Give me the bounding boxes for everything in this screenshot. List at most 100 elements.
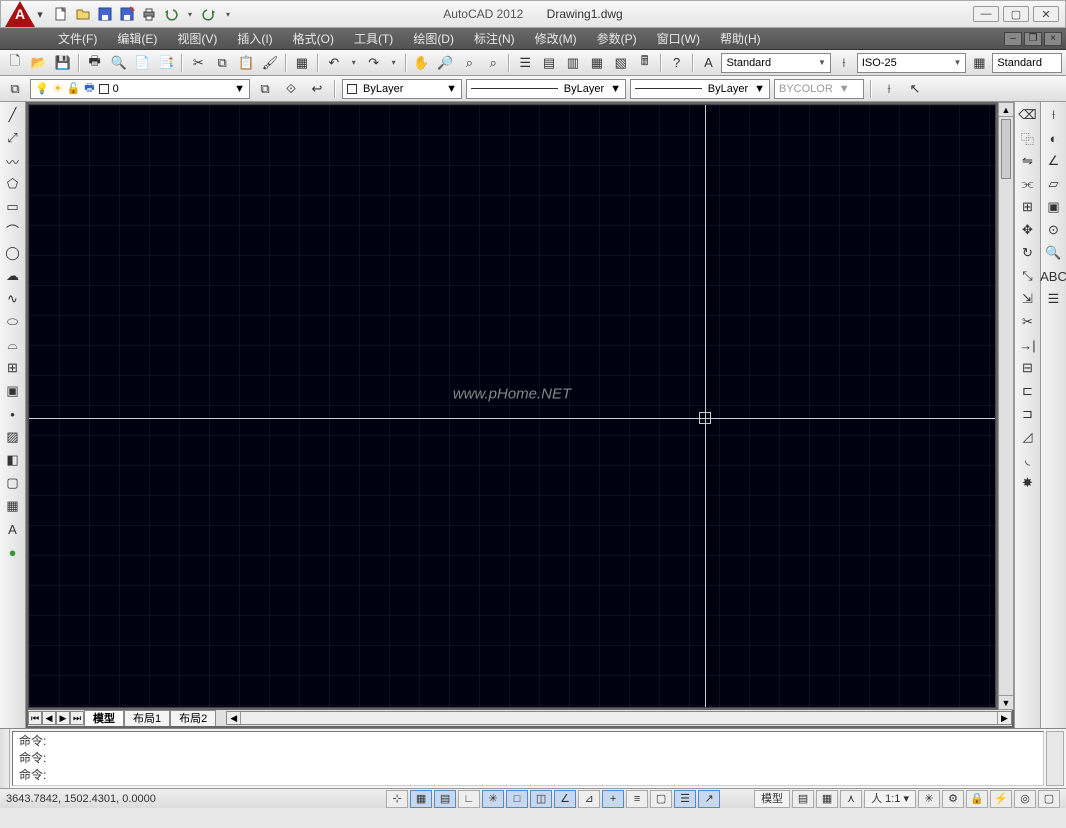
vertical-scrollbar[interactable]: ▲ ▼ xyxy=(998,102,1014,710)
chamfer-icon[interactable]: ◿ xyxy=(1017,426,1039,448)
spline-icon[interactable]: ∿ xyxy=(2,288,24,310)
scroll-down-icon[interactable]: ▼ xyxy=(999,695,1013,709)
array-icon[interactable]: ⊞ xyxy=(1017,196,1039,218)
find-icon[interactable]: 🔍 xyxy=(1043,242,1065,264)
layer-prev-icon[interactable]: ↩ xyxy=(306,78,328,100)
mdi-close-button[interactable]: × xyxy=(1044,32,1062,46)
undo-list-icon[interactable]: ▾ xyxy=(347,58,361,67)
sb-snap-icon[interactable]: ▦ xyxy=(410,790,432,808)
minimize-button[interactable]: — xyxy=(973,6,999,22)
menu-draw[interactable]: 绘图(D) xyxy=(403,28,464,50)
qat-saveas-icon[interactable] xyxy=(117,4,137,24)
menu-insert[interactable]: 插入(I) xyxy=(227,28,282,50)
tb-zoomwin-icon[interactable]: ⌕ xyxy=(458,52,480,74)
sb-cleanscreen-icon[interactable]: ▢ xyxy=(1038,790,1060,808)
qat-save-icon[interactable] xyxy=(95,4,115,24)
offset-icon[interactable]: ⫘ xyxy=(1017,173,1039,195)
tb-quickcalc-icon[interactable]: 🖩 xyxy=(634,52,656,74)
explode-icon[interactable]: ✸ xyxy=(1017,472,1039,494)
tab-prev-icon[interactable]: ◀ xyxy=(42,711,56,725)
ellipsearc-icon[interactable]: ⌓ xyxy=(2,334,24,356)
tb-help-icon[interactable]: ? xyxy=(666,52,688,74)
spell-icon[interactable]: ABC xyxy=(1043,265,1065,287)
rotate-icon[interactable]: ↻ xyxy=(1017,242,1039,264)
redo-list-icon[interactable]: ▾ xyxy=(387,58,401,67)
drawing-canvas[interactable]: www.pHome.NET xyxy=(28,104,996,708)
insert-icon[interactable]: ⊞ xyxy=(2,357,24,379)
tb-cut-icon[interactable]: ✂ xyxy=(187,52,209,74)
mtext-icon[interactable]: A xyxy=(2,518,24,540)
close-button[interactable]: ✕ xyxy=(1033,6,1059,22)
tb-matchprop-icon[interactable]: 🖌 xyxy=(259,52,281,74)
makeblock-icon[interactable]: ▣ xyxy=(2,380,24,402)
region-icon[interactable]: ▢ xyxy=(2,472,24,494)
stretch-icon[interactable]: ⇲ xyxy=(1017,288,1039,310)
menu-view[interactable]: 视图(V) xyxy=(167,28,227,50)
menu-parametric[interactable]: 参数(P) xyxy=(587,28,647,50)
tb-plot-icon[interactable]: 🖶 xyxy=(84,52,106,74)
qat-undo-icon[interactable] xyxy=(161,4,181,24)
angle-icon[interactable]: ∠ xyxy=(1043,150,1065,172)
tb-zoomrt-icon[interactable]: 🔎 xyxy=(434,52,456,74)
tb-dimstyle-icon[interactable]: ⟊ xyxy=(833,52,855,74)
sb-sc-icon[interactable]: ↗ xyxy=(698,790,720,808)
dim-style-combo[interactable]: ISO-25 ▼ xyxy=(857,53,967,73)
scroll-up-icon[interactable]: ▲ xyxy=(999,103,1013,117)
scroll-right-icon[interactable]: ▶ xyxy=(997,712,1011,724)
sb-annoscale-icon[interactable]: ⋏ xyxy=(840,790,862,808)
scale-icon[interactable]: ⤡ xyxy=(1017,265,1039,287)
coords-readout[interactable]: 3643.7842, 1502.4301, 0.0000 xyxy=(6,793,206,805)
tab-first-icon[interactable]: ⏮ xyxy=(28,711,42,725)
radius-icon[interactable]: ◐ xyxy=(1043,127,1065,149)
tab-layout1[interactable]: 布局1 xyxy=(124,710,170,726)
sb-quickview-layouts-icon[interactable]: ▤ xyxy=(792,790,814,808)
sb-ortho-icon[interactable]: ∟ xyxy=(458,790,480,808)
sb-osnap-icon[interactable]: □ xyxy=(506,790,528,808)
gradient-icon[interactable]: ◧ xyxy=(2,449,24,471)
erase-icon[interactable]: ⌫ xyxy=(1017,104,1039,126)
tb-redo-icon[interactable]: ↷ xyxy=(363,52,385,74)
break-icon[interactable]: ⊏ xyxy=(1017,380,1039,402)
tab-next-icon[interactable]: ▶ xyxy=(56,711,70,725)
measure-icon[interactable]: ⟊ xyxy=(878,78,900,100)
menu-edit[interactable]: 编辑(E) xyxy=(107,28,167,50)
qat-new-icon[interactable] xyxy=(51,4,71,24)
tb-zoomprev-icon[interactable]: ⌕ xyxy=(482,52,504,74)
tb-tablestyle-icon[interactable]: ▦ xyxy=(968,52,990,74)
app-menu-dropdown[interactable]: ▾ xyxy=(35,1,45,27)
qat-print-icon[interactable] xyxy=(139,4,159,24)
sb-hardware-accel-icon[interactable]: ⚡ xyxy=(990,790,1012,808)
sb-otrack-icon[interactable]: ∠ xyxy=(554,790,576,808)
undo-dropdown-icon[interactable]: ▾ xyxy=(183,4,197,24)
tb-toolpalettes-icon[interactable]: ▥ xyxy=(562,52,584,74)
tb-designcenter-icon[interactable]: ▤ xyxy=(538,52,560,74)
mdi-minimize-button[interactable]: – xyxy=(1004,32,1022,46)
sb-toolbar-lock-icon[interactable]: 🔒 xyxy=(966,790,988,808)
extend-icon[interactable]: →| xyxy=(1017,334,1039,356)
sb-annovis-icon[interactable]: ✳ xyxy=(918,790,940,808)
sb-scale-display[interactable]: 人 1:1 ▾ xyxy=(864,790,916,808)
sb-infer-icon[interactable]: ⊹ xyxy=(386,790,408,808)
menu-file[interactable]: 文件(F) xyxy=(48,28,107,50)
sb-qp-icon[interactable]: ☰ xyxy=(674,790,696,808)
breakpoint-icon[interactable]: ⊟ xyxy=(1017,357,1039,379)
join-icon[interactable]: ⊐ xyxy=(1017,403,1039,425)
sb-dyn-icon[interactable]: + xyxy=(602,790,624,808)
sb-polar-icon[interactable]: ✳ xyxy=(482,790,504,808)
command-grip[interactable] xyxy=(0,729,10,788)
point-icon[interactable]: • xyxy=(2,403,24,425)
layer-combo[interactable]: 💡 ☀ 🔓 🖶 0 ▼ xyxy=(30,79,250,99)
ellipse-icon[interactable]: ⬭ xyxy=(2,311,24,333)
trim-icon[interactable]: ✂ xyxy=(1017,311,1039,333)
command-input[interactable]: 命令: 命令: 命令: xyxy=(12,731,1044,786)
tb-new-icon[interactable]: 🗋 xyxy=(4,52,26,74)
lineweight-combo[interactable]: ByLayer ▼ xyxy=(630,79,770,99)
tb-preview-icon[interactable]: 🔍 xyxy=(108,52,130,74)
sb-lwt-icon[interactable]: ≡ xyxy=(626,790,648,808)
draworder-icon[interactable]: ☰ xyxy=(1043,288,1065,310)
mirror-icon[interactable]: ⇋ xyxy=(1017,150,1039,172)
tb-publish-icon[interactable]: 📄 xyxy=(132,52,154,74)
tab-layout2[interactable]: 布局2 xyxy=(170,710,216,726)
polyline-icon[interactable]: 〰 xyxy=(2,150,24,172)
menu-modify[interactable]: 修改(M) xyxy=(525,28,587,50)
